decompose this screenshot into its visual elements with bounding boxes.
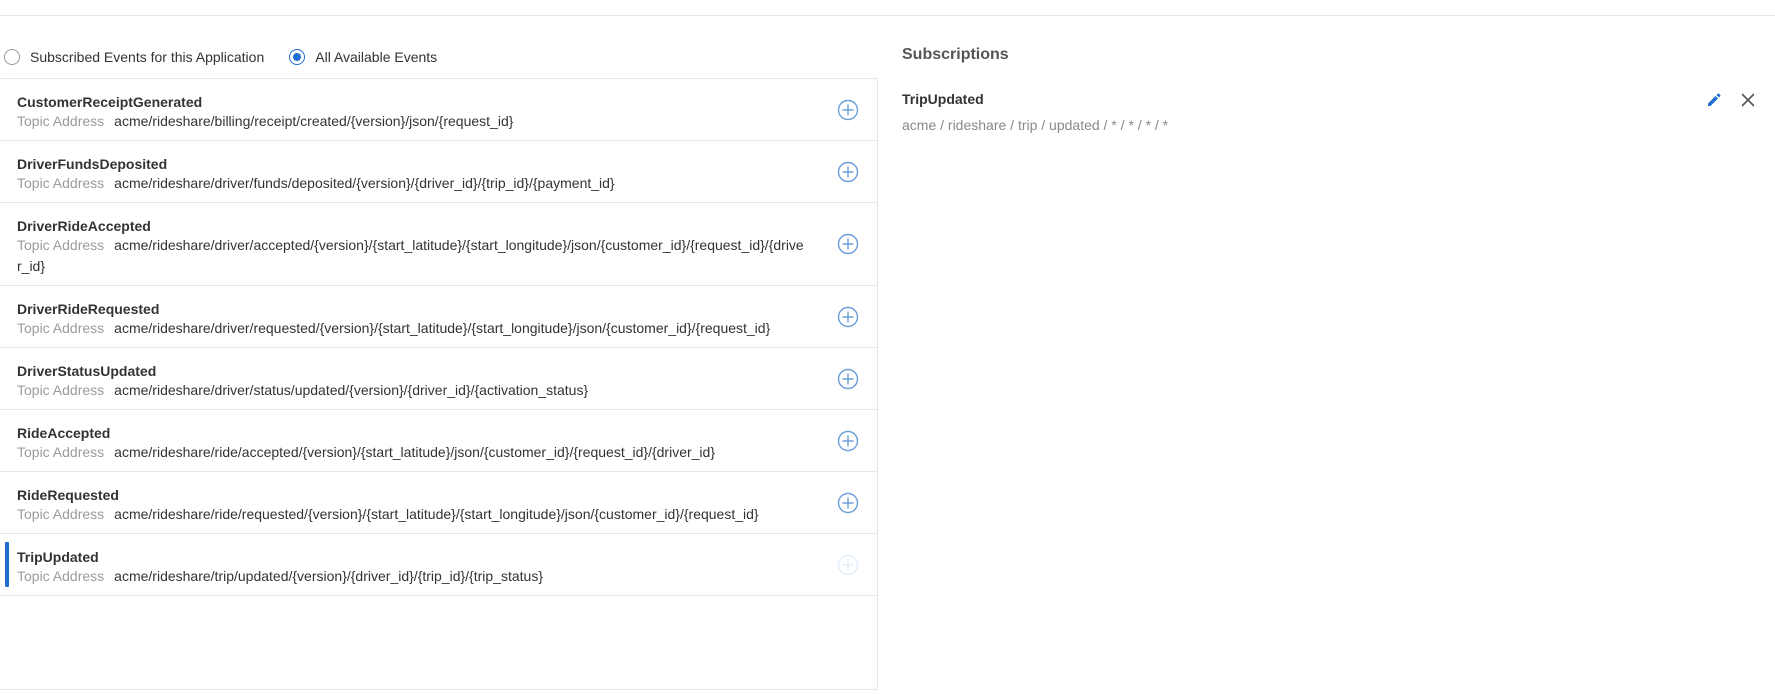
all-events-label: All Available Events — [315, 49, 438, 65]
topic-address-value: acme/rideshare/trip/updated/{version}/{d… — [114, 568, 543, 584]
topic-address-label: Topic Address — [17, 382, 105, 398]
event-name: DriverFundsDeposited — [17, 156, 168, 172]
event-name: CustomerReceiptGenerated — [17, 94, 203, 110]
topic-address-value: acme/rideshare/ride/requested/{version}/… — [114, 506, 759, 522]
event-name: TripUpdated — [17, 549, 99, 565]
subscription-actions — [1704, 90, 1758, 110]
event-filter-radio-group: Subscribed Events for this Application A… — [4, 48, 462, 66]
event-list-item[interactable]: DriverRideAccepted Topic Address acme/ride… — [0, 203, 877, 286]
event-name: RideAccepted — [17, 425, 111, 441]
top-divider — [0, 15, 1775, 16]
event-name: DriverRideAccepted — [17, 218, 151, 234]
event-topic-address: Topic Address acme/rideshare/ride/request… — [17, 504, 807, 525]
event-topic-address: Topic Address acme/rideshare/driver/accep… — [17, 235, 807, 277]
all-events-radio[interactable]: All Available Events — [289, 49, 437, 65]
event-name: DriverRideRequested — [17, 301, 160, 317]
event-list-panel: CustomerReceiptGenerated Topic Address acm… — [0, 78, 878, 690]
topic-address-value: acme/rideshare/driver/funds/deposited/{v… — [114, 175, 615, 191]
pencil-icon[interactable] — [1704, 90, 1724, 110]
topic-address-label: Topic Address — [17, 320, 105, 336]
subscriptions-title: Subscriptions — [902, 46, 1009, 63]
event-topic-address: Topic Address acme/rideshare/driver/reque… — [17, 318, 807, 339]
event-list-item[interactable]: DriverRideRequested Topic Address acme/rid… — [0, 286, 877, 348]
event-list-item[interactable]: DriverFundsDeposited Topic Address acme/ri… — [0, 141, 877, 203]
event-topic-address: Topic Address acme/rideshare/ride/accepte… — [17, 442, 807, 463]
radio-circle[interactable] — [4, 49, 20, 65]
event-topic-address: Topic Address acme/rideshare/billing/rece… — [17, 111, 807, 132]
subscription-item: TripUpdated acme / rideshare / trip / up… — [902, 90, 1758, 134]
close-icon[interactable] — [1738, 90, 1758, 110]
event-topic-address: Topic Address acme/rideshare/driver/funds… — [17, 173, 807, 194]
topic-address-value: acme/rideshare/ride/accepted/{version}/{… — [114, 444, 715, 460]
topic-address-label: Topic Address — [17, 175, 105, 191]
add-circle-icon[interactable] — [837, 368, 859, 390]
add-circle-icon[interactable] — [837, 99, 859, 121]
event-list-item[interactable]: TripUpdated Topic Address acme/rideshare/t… — [0, 534, 877, 596]
topic-address-value: acme/rideshare/billing/receipt/created/{… — [114, 113, 514, 129]
event-topic-address: Topic Address acme/rideshare/trip/updated… — [17, 566, 807, 587]
event-list-item[interactable]: DriverStatusUpdated Topic Address acme/rid… — [0, 348, 877, 410]
topic-address-label: Topic Address — [17, 444, 105, 460]
event-list-item[interactable]: RideRequested Topic Address acme/rideshare… — [0, 472, 877, 534]
topic-address-value: acme/rideshare/driver/requested/{version… — [114, 320, 771, 336]
topic-address-label: Topic Address — [17, 506, 105, 522]
topic-address-label: Topic Address — [17, 237, 105, 253]
topic-address-value: acme/rideshare/driver/status/updated/{ve… — [114, 382, 589, 398]
event-name: DriverStatusUpdated — [17, 363, 157, 379]
radio-circle-checked[interactable] — [289, 49, 306, 65]
topic-address-label: Topic Address — [17, 113, 105, 129]
subscription-event-name: TripUpdated — [902, 91, 984, 107]
subscribed-events-label: Subscribed Events for this Application — [30, 49, 265, 65]
topic-address-label: Topic Address — [17, 568, 105, 584]
event-list-item[interactable]: CustomerReceiptGenerated Topic Address acm… — [0, 79, 877, 141]
event-list-item[interactable]: RideAccepted Topic Address acme/rideshare/… — [0, 410, 877, 472]
topic-address-value: acme/rideshare/driver/accepted/{version}… — [17, 237, 804, 274]
add-circle-icon[interactable] — [837, 161, 859, 183]
add-circle-icon[interactable] — [837, 430, 859, 452]
add-circle-icon[interactable] — [837, 554, 859, 576]
add-circle-icon[interactable] — [837, 233, 859, 255]
event-topic-address: Topic Address acme/rideshare/driver/statu… — [17, 380, 807, 401]
add-circle-icon[interactable] — [837, 306, 859, 328]
subscribed-events-radio[interactable]: Subscribed Events for this Application — [4, 49, 264, 65]
event-list: CustomerReceiptGenerated Topic Address acm… — [0, 79, 877, 596]
add-circle-icon[interactable] — [837, 492, 859, 514]
subscription-topic: acme / rideshare / trip / updated / * / … — [902, 117, 1169, 133]
event-name: RideRequested — [17, 487, 119, 503]
